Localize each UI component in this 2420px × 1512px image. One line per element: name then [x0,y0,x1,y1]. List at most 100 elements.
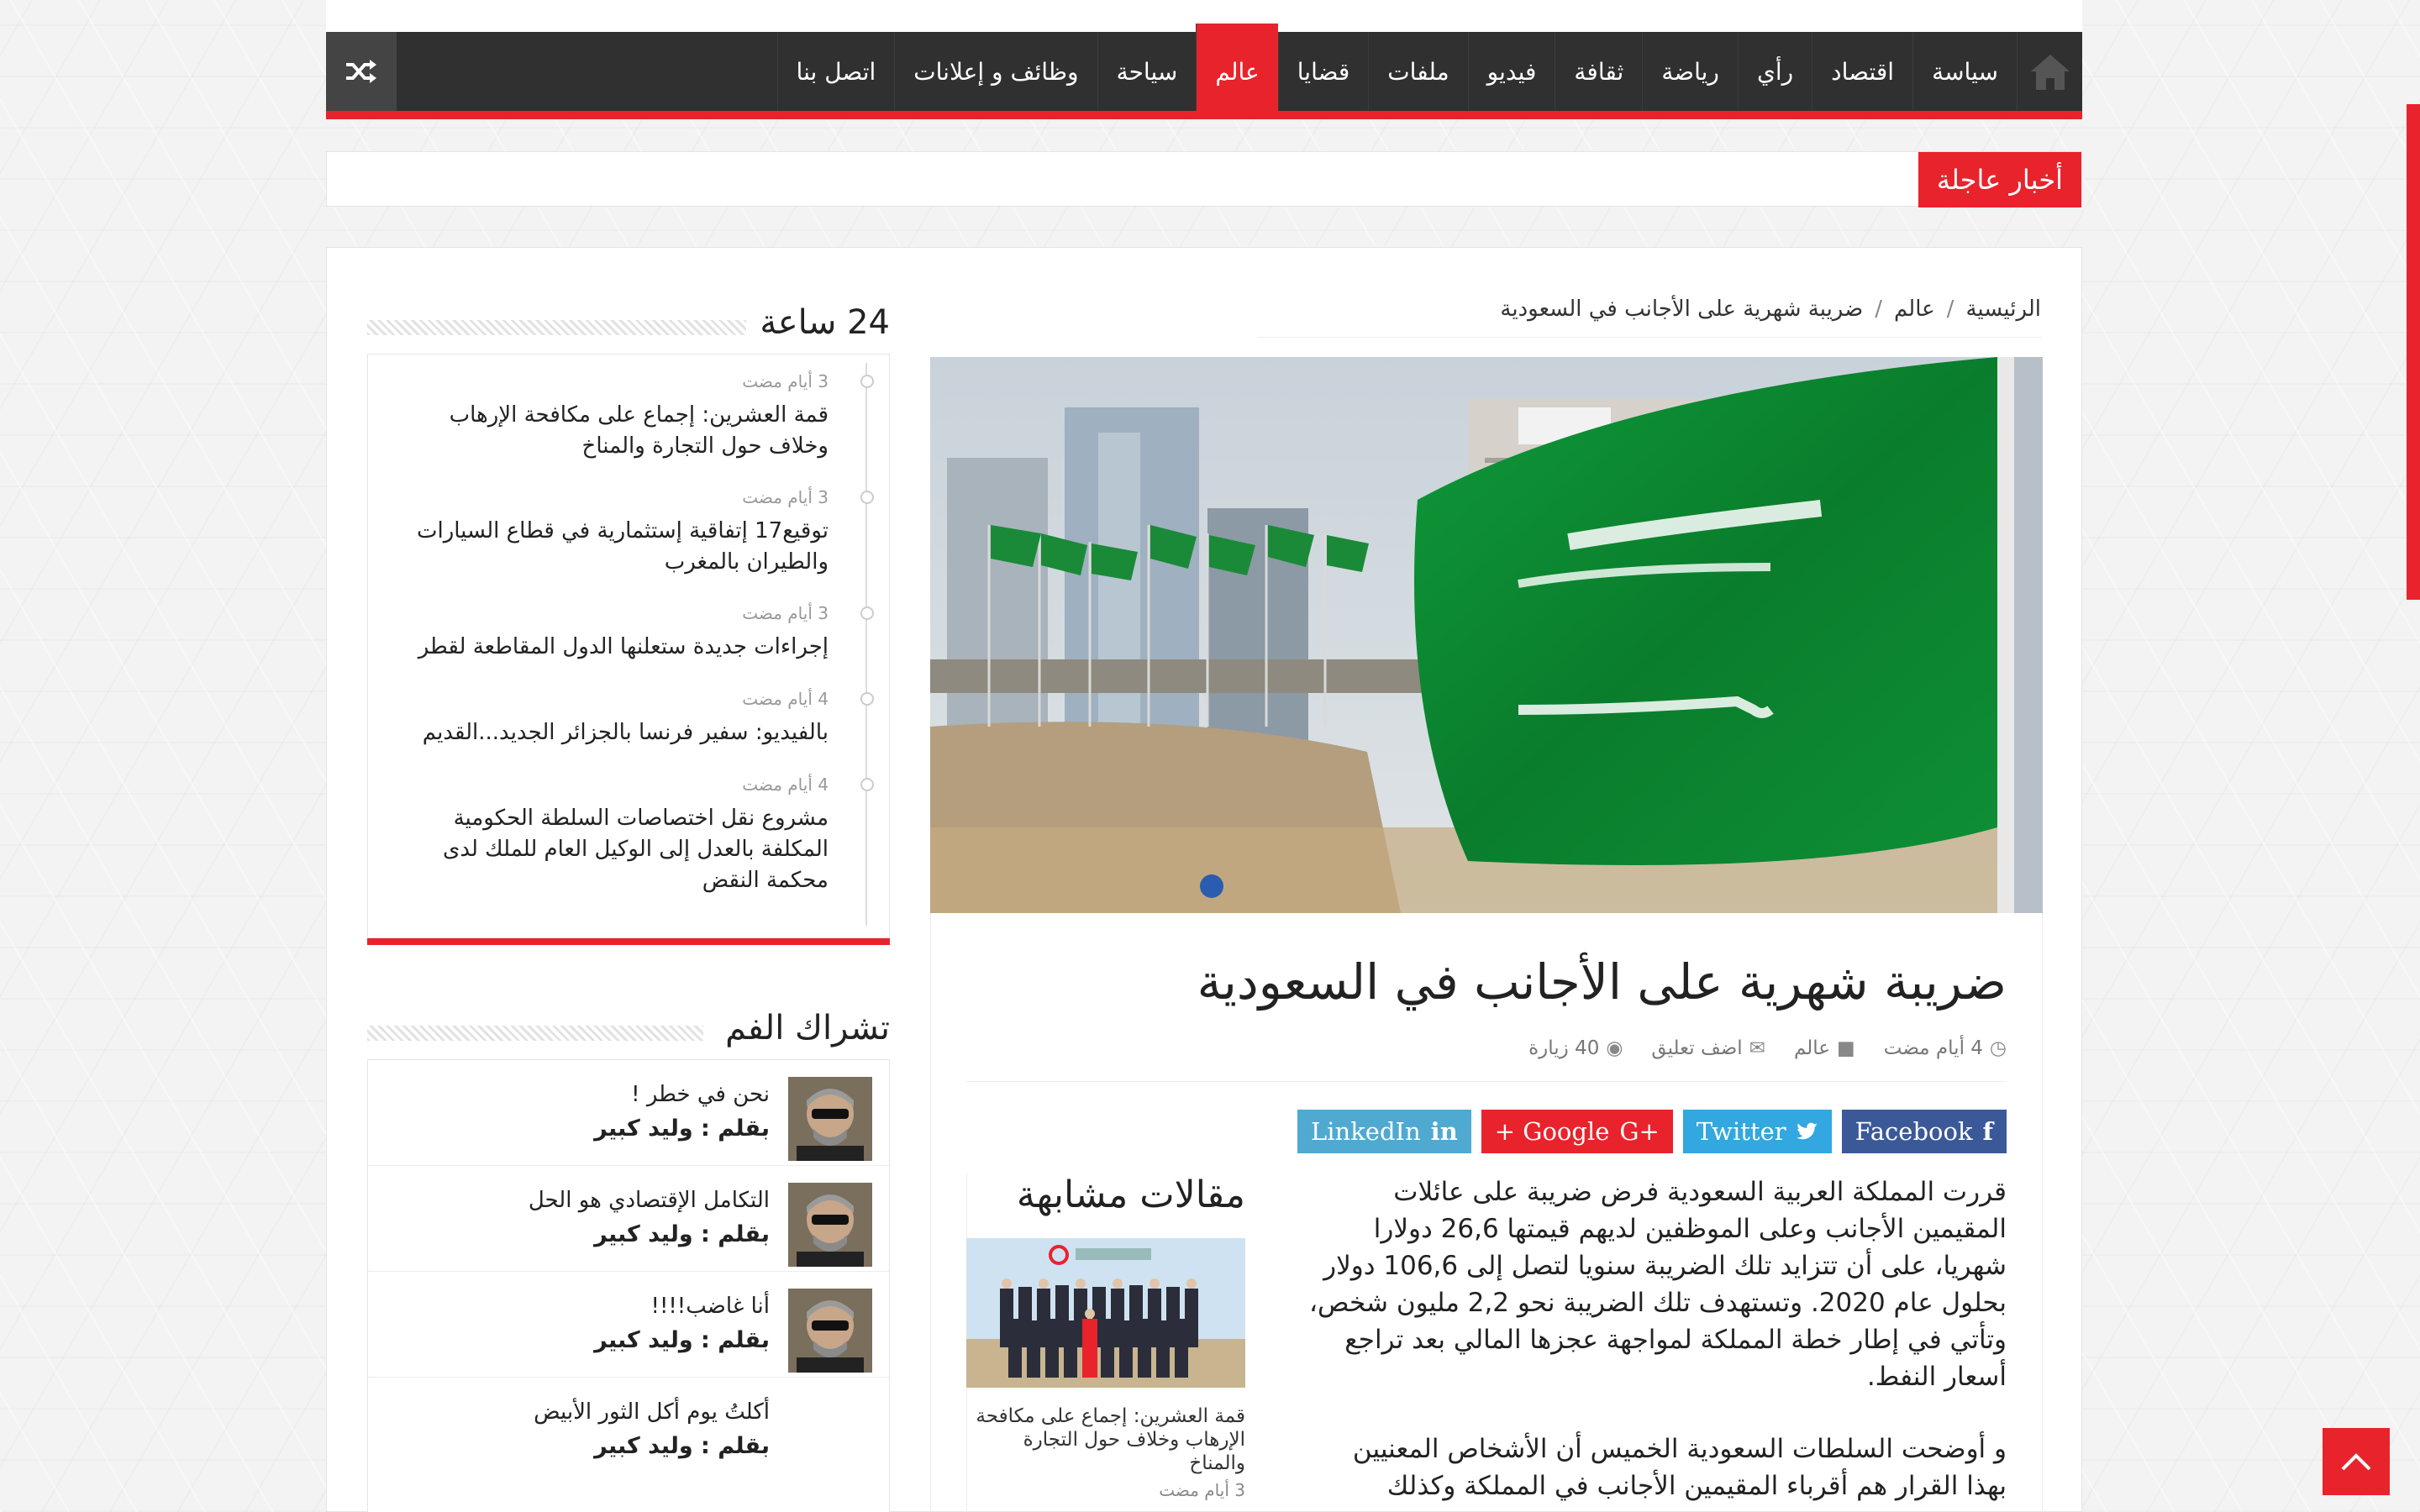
opinion-author: بقلم : وليد كبير [594,1327,770,1353]
related-article-title[interactable]: قمة العشرين: إجماع على مكافحة الإرهاب وخ… [967,1404,1245,1475]
nav-item-opinion[interactable]: رأي [1737,32,1812,111]
google-plus-icon: G+ [1619,1117,1660,1146]
share-linkedin-button[interactable]: LinkedIn in [1297,1110,1471,1153]
share-linkedin-label: LinkedIn [1311,1117,1421,1146]
nav-item-world[interactable]: عالم [1196,24,1278,111]
breadcrumb-section[interactable]: عالم [1894,297,1935,322]
share-google-button[interactable]: + Google G+ [1481,1110,1673,1153]
content-area: الرئيسية / عالم / ضريبة شهرية على الأجانب في… [326,247,2082,1512]
opinion-item[interactable]: التكامل الإقتصادي هو الحل بقلم : وليد كب… [368,1166,889,1272]
breadcrumb: الرئيسية / عالم / ضريبة شهرية على الأجانب في… [1500,297,2041,322]
timeline-date: 4 أيام مضت [742,689,829,709]
avatar [788,1289,872,1373]
widget-opinions: تشراك الفم نحن في خطر ! بقلم : وليد كبير… [367,1009,890,1512]
opinion-item[interactable]: نحن في خطر ! بقلم : وليد كبير [368,1060,889,1166]
article-category[interactable]: ■ عالم [1794,1037,1855,1059]
timeline-item[interactable]: 3 أيام مضت إجراءات جديدة ستعلنها الدول ا… [368,603,889,689]
article-paragraph: قررت المملكة العربية السعودية فرض ضريبة … [1309,1177,2007,1392]
opinion-item[interactable]: أنا غاضب!!!! بقلم : وليد كبير [368,1272,889,1378]
opinion-author: بقلم : وليد كبير [594,1433,770,1459]
article-comments-text: اضف تعليق [1651,1037,1743,1059]
timeline-dot [860,692,874,706]
article-meta: ◷ 4 أيام مضت ■ عالم ✉ اضف تعليق ◉ 40 زيارة [1528,1037,2007,1059]
scrollbar-thumb[interactable] [2407,104,2420,600]
related-thumbnail[interactable] [966,1238,1245,1388]
timeline-item[interactable]: 4 أيام مضت مشروع نقل اختصاصات السلطة الح… [368,774,889,917]
linkedin-icon: in [1430,1117,1458,1146]
timeline-title: إجراءات جديدة ستعلنها الدول المقاطعة لقط… [418,634,829,659]
article-views: ◉ 40 زيارة [1528,1037,1623,1059]
opinion-item[interactable]: أكلتُ يوم أكل الثور الأبيض بقلم : وليد ك… [368,1378,889,1483]
timeline-dot [860,606,874,620]
widget-title: 24 ساعة [746,303,890,342]
nav-item-files[interactable]: ملفات [1368,32,1467,111]
nav-item-issues[interactable]: قضايا [1277,32,1369,111]
widget-24-hours: 24 ساعة 3 أيام مضت قمة العشرين: إجماع عل… [367,303,890,945]
opinion-text: أنا غاضب!!!! بقلم : وليد كبير [385,1289,788,1377]
timeline-date: 3 أيام مضت [742,603,829,623]
timeline-title: توقيع17 إتفاقية إستثمارية في قطاع السيار… [417,518,829,575]
article-comments-link[interactable]: ✉ اضف تعليق [1651,1037,1765,1059]
opinions-box: نحن في خطر ! بقلم : وليد كبير التكامل ال… [367,1059,890,1512]
timeline-box: 3 أيام مضت قمة العشرين: إجماع على مكافحة… [367,354,890,938]
opinion-text: التكامل الإقتصادي هو الحل بقلم : وليد كب… [385,1183,788,1271]
breadcrumb-current: ضريبة شهرية على الأجانب في السعودية [1500,297,1864,322]
timeline-date: 4 أيام مضت [742,774,829,795]
article-paragraph: و أوضحت السلطات السعودية الخميس أن الأشخ… [1352,1434,2007,1501]
timeline-dot [860,491,874,504]
breaking-news-bar: أخبار عاجلة [326,151,2082,207]
folder-icon: ■ [1837,1037,1855,1059]
timeline-item[interactable]: 4 أيام مضت بالفيديو: سفير فرنسا بالجزائر… [368,689,889,774]
widget-header-stripes [367,1026,703,1041]
timeline-item[interactable]: 3 أيام مضت قمة العشرين: إجماع على مكافحة… [368,371,889,487]
nav-item-sports[interactable]: رياضة [1642,32,1738,111]
timeline-item[interactable]: 3 أيام مضت توقيع17 إتفاقية إستثمارية في … [368,487,889,603]
widget-header: 24 ساعة [367,303,890,354]
nav-item-video[interactable]: فيديو [1467,32,1555,111]
share-twitter-button[interactable]: Twitter [1682,1110,1832,1153]
breadcrumb-separator: / [1875,297,1882,322]
timeline-title: قمة العشرين: إجماع على مكافحة الإرهاب وخ… [449,402,829,459]
home-icon [2030,55,2070,90]
breadcrumb-home[interactable]: الرئيسية [1965,297,2041,322]
avatar [788,1077,872,1161]
opinion-text: نحن في خطر ! بقلم : وليد كبير [385,1077,788,1165]
timeline-date: 3 أيام مضت [742,487,829,507]
article-views-text: 40 زيارة [1528,1037,1600,1059]
eye-icon: ◉ [1606,1037,1623,1059]
nav-item-politics[interactable]: سياسة [1912,32,2017,111]
article-body: قررت المملكة العربية السعودية فرض ضريبة … [1309,1173,2007,1512]
clock-icon: ◷ [1989,1037,2007,1059]
divider [1258,337,2041,338]
comments-icon: ✉ [1749,1037,1765,1059]
scroll-to-top-button[interactable] [2323,1428,2390,1495]
timeline-dot [860,778,874,791]
article-date-text: 4 أيام مضت [1883,1037,1983,1059]
share-buttons: Facebook f Twitter + Google G+ LinkedIn in [1297,1110,2007,1153]
article-featured-image [930,357,2043,913]
nav-item-tourism[interactable]: سياحة [1097,32,1197,111]
nav-home[interactable] [2017,32,2082,111]
related-articles: مقالات مشابهة قمة العشرين: إجماع على مكا… [966,1173,1245,1512]
divider [966,1081,2007,1082]
breadcrumb-separator: / [1946,297,1954,322]
twitter-icon [1796,1122,1818,1140]
nav-item-culture[interactable]: ثقافة [1555,32,1642,111]
share-google-label: + Google [1494,1117,1610,1146]
timeline-dot [860,375,874,388]
nav-item-economy[interactable]: اقتصاد [1812,32,1912,111]
opinion-author: بقلم : وليد كبير [594,1116,770,1142]
widget-header: تشراك الفم [367,1009,890,1059]
opinion-text: أكلتُ يوم أكل الثور الأبيض بقلم : وليد ك… [385,1394,788,1483]
random-article-button[interactable] [326,32,397,111]
breaking-news-label: أخبار عاجلة [1918,152,2081,207]
nav-item-jobs[interactable]: وظائف و إعلانات [894,32,1097,111]
share-facebook-button[interactable]: Facebook f [1841,1110,2007,1153]
related-heading: مقالات مشابهة [1016,1173,1245,1216]
related-article-date: 3 أيام مضت [1159,1480,1245,1500]
opinion-title: أنا غاضب!!!! [650,1294,770,1319]
nav-item-contact[interactable]: اتصل بنا [776,32,895,111]
timeline-date: 3 أيام مضت [742,371,829,391]
article-date: ◷ 4 أيام مضت [1884,1037,2007,1059]
